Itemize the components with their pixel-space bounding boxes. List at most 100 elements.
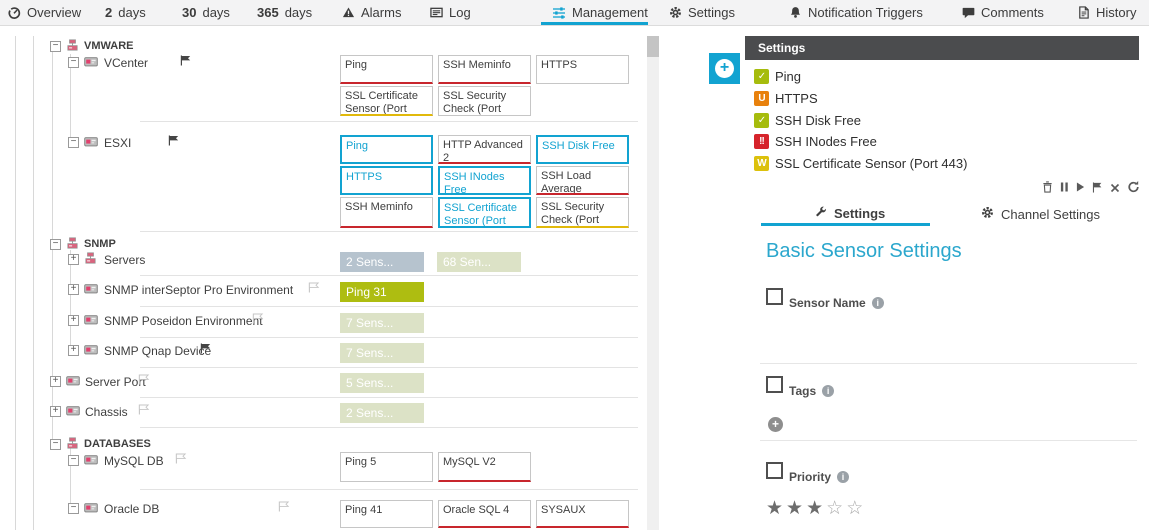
favorite-flag-icon[interactable] [252, 313, 264, 324]
close-button[interactable] [1110, 180, 1120, 198]
favorite-flag-icon[interactable] [308, 282, 320, 293]
nav-tab-2-days[interactable]: 2days [105, 0, 146, 25]
tree-group-label[interactable]: SNMP [84, 238, 116, 250]
sensor-box[interactable]: Oracle SQL 4 [438, 500, 531, 528]
nav-tab-comments[interactable]: Comments [962, 0, 1044, 25]
nav-tab-365-days[interactable]: 365days [257, 0, 312, 25]
favorite-flag-icon[interactable] [168, 135, 180, 146]
tab-settings[interactable]: Settings [815, 206, 885, 221]
expand-toggle[interactable]: + [50, 406, 61, 417]
expand-toggle[interactable]: + [68, 345, 79, 356]
sensor-box[interactable]: SSL Security Check (Port 443) [536, 197, 629, 228]
collapse-toggle[interactable]: − [50, 41, 61, 52]
sensor-box[interactable]: SSL Certificate Sensor (Port 443) [438, 197, 531, 228]
nav-tab-overview[interactable]: Overview [7, 0, 81, 25]
sensor-box[interactable]: HTTPS [536, 55, 629, 84]
favorite-flag-icon[interactable] [180, 55, 192, 66]
sensor-box[interactable]: HTTPS [340, 166, 433, 195]
selected-sensor-item[interactable]: !!SSH INodes Free [754, 133, 877, 149]
tree-device-label[interactable]: SNMP Qnap Device [104, 344, 211, 358]
tags-checkbox[interactable] [766, 376, 783, 393]
delete-button[interactable] [1042, 180, 1053, 198]
sensor-box[interactable]: MySQL V2 [438, 452, 531, 482]
tree-device-label[interactable]: SNMP Poseidon Environment [104, 314, 263, 328]
expand-toggle[interactable]: + [68, 254, 79, 265]
favorite-flag-icon[interactable] [138, 404, 150, 415]
collapse-toggle[interactable]: − [68, 503, 79, 514]
priority-checkbox[interactable] [766, 462, 783, 479]
sensor-box[interactable]: SYSAUX [536, 500, 629, 528]
collapse-toggle[interactable]: − [68, 455, 79, 466]
favorite-flag-icon[interactable] [175, 453, 187, 464]
tree-device-label[interactable]: MySQL DB [104, 454, 164, 468]
collapse-toggle[interactable]: − [68, 137, 79, 148]
sensor-box[interactable]: Ping 41 [340, 500, 433, 528]
sensor-count-badge[interactable]: Ping 31 [340, 282, 424, 302]
nav-tab-alarms[interactable]: Alarms [342, 0, 401, 25]
nav-tab-history[interactable]: History [1077, 0, 1136, 25]
tab-channel-settings[interactable]: Channel Settings [981, 206, 1100, 222]
favorite-flag-icon[interactable] [278, 501, 290, 512]
nav-tab-log[interactable]: Log [430, 0, 471, 25]
add-sensor-button[interactable]: + [709, 53, 740, 84]
nav-tab-30-days[interactable]: 30days [182, 0, 230, 25]
sensor-count-badge[interactable]: 2 Sens... [340, 252, 424, 272]
sensor-count-badge[interactable]: 68 Sen... [437, 252, 521, 272]
sensor-count-badge[interactable]: 7 Sens... [340, 313, 424, 333]
sensor-box[interactable]: SSL Security Check (Port 443) [438, 86, 531, 116]
nav-tab-notification-triggers[interactable]: Notification Triggers [789, 0, 923, 25]
tree-device-label[interactable]: Servers [104, 253, 145, 267]
tree-device-label[interactable]: Server Port [85, 375, 146, 389]
refresh-button[interactable] [1127, 180, 1140, 198]
expand-toggle[interactable]: + [50, 376, 61, 387]
sensor-box[interactable]: Ping [340, 135, 433, 164]
sensor-count-badge[interactable]: 7 Sens... [340, 343, 424, 363]
selected-sensor-item[interactable]: ✓Ping [754, 68, 801, 84]
sensor-box[interactable]: SSH Meminfo [438, 55, 531, 84]
star-icon[interactable]: ☆ [826, 498, 846, 519]
selected-sensor-item[interactable]: ✓SSH Disk Free [754, 112, 861, 128]
tree-group-label[interactable]: VMWARE [84, 40, 134, 52]
sensor-box[interactable]: Ping 5 [340, 452, 433, 482]
collapse-toggle[interactable]: − [50, 239, 61, 250]
sensor-box[interactable]: SSL Certificate Sensor (Port 443) [340, 86, 433, 116]
tree-device-label[interactable]: VCenter [104, 56, 148, 70]
expand-toggle[interactable]: + [68, 284, 79, 295]
flag-button[interactable] [1092, 180, 1103, 198]
nav-tab-settings[interactable]: Settings [669, 0, 735, 25]
priority-stars[interactable]: ★★★☆☆ [766, 497, 866, 520]
star-icon[interactable]: ★ [786, 498, 806, 519]
favorite-flag-icon[interactable] [200, 343, 212, 354]
info-icon[interactable]: i [822, 385, 834, 397]
sensor-box[interactable]: SSH INodes Free [438, 166, 531, 195]
star-icon[interactable]: ★ [766, 498, 786, 519]
scrollbar-thumb[interactable] [647, 36, 659, 57]
tree-device-label[interactable]: SNMP interSeptor Pro Environment [104, 283, 293, 297]
star-icon[interactable]: ☆ [846, 498, 866, 519]
tree-group-label[interactable]: DATABASES [84, 438, 151, 450]
pause-button[interactable] [1060, 180, 1069, 198]
collapse-toggle[interactable]: − [50, 439, 61, 450]
sensor-count-badge[interactable]: 5 Sens... [340, 373, 424, 393]
collapse-toggle[interactable]: − [68, 57, 79, 68]
sensor-name-checkbox[interactable] [766, 288, 783, 305]
tree-device-label[interactable]: ESXI [104, 136, 131, 150]
expand-toggle[interactable]: + [68, 315, 79, 326]
sensor-box[interactable]: HTTP Advanced 2 [438, 135, 531, 164]
favorite-flag-icon[interactable] [138, 374, 150, 385]
selected-sensor-item[interactable]: WSSL Certificate Sensor (Port 443) [754, 155, 967, 171]
sensor-box[interactable]: Ping [340, 55, 433, 84]
add-tag-button[interactable]: + [768, 417, 783, 432]
tree-scrollbar[interactable] [647, 36, 659, 530]
tree-device-label[interactable]: Chassis [85, 405, 128, 419]
tree-device-label[interactable]: Oracle DB [104, 502, 159, 516]
sensor-box[interactable]: SSH Disk Free [536, 135, 629, 164]
sensor-box[interactable]: SSH Load Average [536, 166, 629, 195]
info-icon[interactable]: i [872, 297, 884, 309]
info-icon[interactable]: i [837, 471, 849, 483]
sensor-count-badge[interactable]: 2 Sens... [340, 403, 424, 423]
selected-sensor-item[interactable]: UHTTPS [754, 90, 818, 106]
star-icon[interactable]: ★ [806, 498, 826, 519]
resume-button[interactable] [1076, 180, 1085, 198]
sensor-box[interactable]: SSH Meminfo [340, 197, 433, 228]
